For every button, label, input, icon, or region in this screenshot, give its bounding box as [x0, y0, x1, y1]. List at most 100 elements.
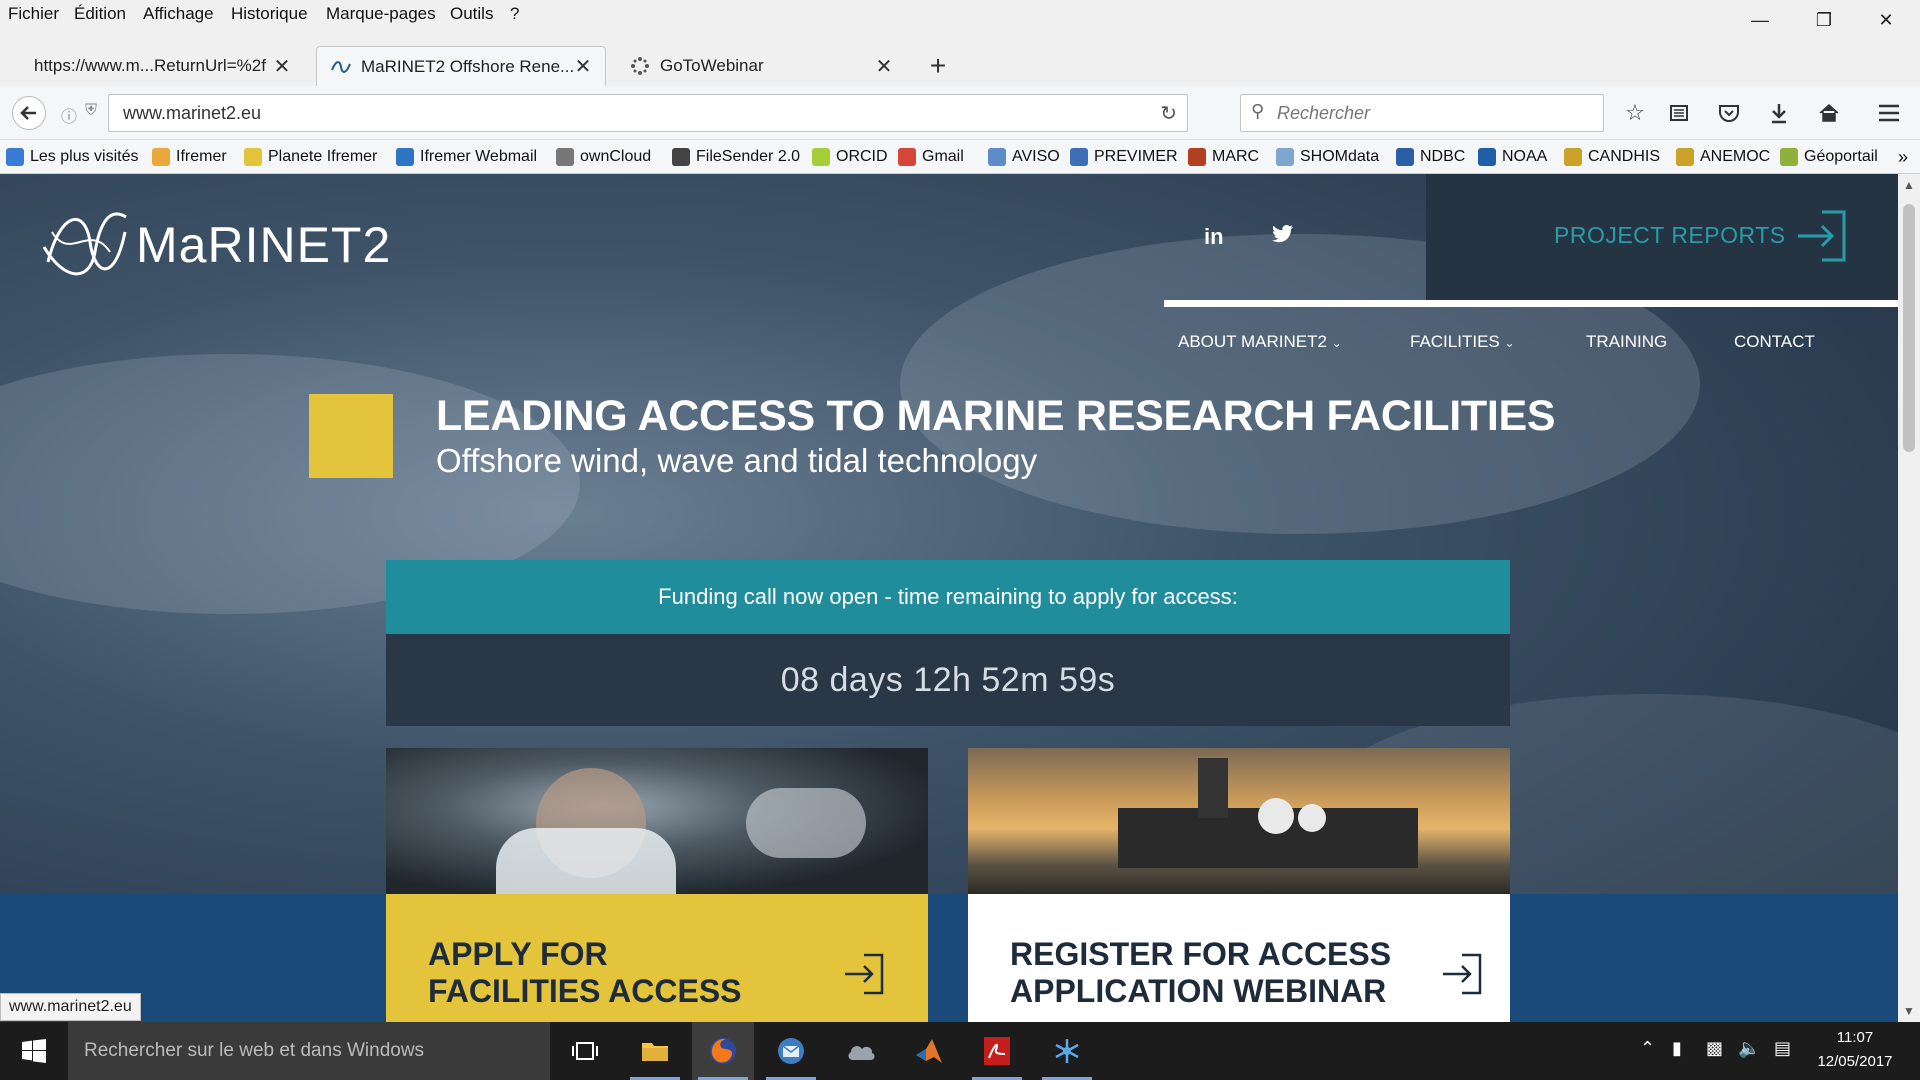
- menu-outils[interactable]: Outils: [442, 0, 501, 28]
- matlab-icon[interactable]: [898, 1022, 960, 1080]
- windows-start-icon[interactable]: [0, 1022, 68, 1080]
- snowflake-app-icon[interactable]: [1036, 1022, 1098, 1080]
- menu-hamburger-icon[interactable]: [1872, 96, 1906, 130]
- volume-icon[interactable]: 🔈: [1738, 1038, 1760, 1059]
- aviso-icon: [988, 148, 1006, 166]
- bookmark-gmail[interactable]: Gmail: [898, 140, 964, 174]
- file-explorer-icon[interactable]: [624, 1022, 686, 1080]
- taskbar-search[interactable]: Rechercher sur le web et dans Windows: [68, 1022, 550, 1080]
- menu-edition[interactable]: Édition: [66, 0, 134, 28]
- bookmark-noaa[interactable]: NOAA: [1478, 140, 1547, 174]
- apply-facilities-card[interactable]: APPLY FOR FACILITIES ACCESS: [386, 748, 928, 1022]
- pocket-icon[interactable]: [1712, 96, 1746, 130]
- restore-icon[interactable]: ❐: [1794, 0, 1854, 40]
- bookmark-anemoc[interactable]: ANEMOC: [1676, 140, 1770, 174]
- nav-label: ABOUT MARINET2: [1178, 332, 1327, 351]
- task-view-icon[interactable]: [554, 1022, 616, 1080]
- download-icon[interactable]: [1762, 96, 1796, 130]
- shield-icon[interactable]: ⛨: [85, 102, 97, 120]
- candhis-icon: [1564, 148, 1582, 166]
- bookmark-ifremer[interactable]: Ifremer: [152, 140, 227, 174]
- bookmark-planete-ifremer[interactable]: Planete Ifremer: [244, 140, 377, 174]
- bookmark-ifremer-webmail[interactable]: Ifremer Webmail: [396, 140, 537, 174]
- bookmark-filesender[interactable]: FileSender 2.0: [672, 140, 800, 174]
- nav-contact[interactable]: CONTACT: [1734, 332, 1815, 352]
- bookmark-les-plus-visites[interactable]: Les plus visités: [6, 140, 139, 174]
- cloud-app-icon[interactable]: [830, 1022, 892, 1080]
- bookmark-owncloud[interactable]: ownCloud: [556, 140, 651, 174]
- battery-icon[interactable]: ▮: [1672, 1038, 1682, 1059]
- close-tab-icon[interactable]: ✕: [573, 54, 593, 79]
- new-tab-icon[interactable]: +: [918, 46, 958, 86]
- home-icon[interactable]: [1812, 96, 1846, 130]
- menu-affichage[interactable]: Affichage: [135, 0, 222, 28]
- bookmark-ndbc[interactable]: NDBC: [1396, 140, 1465, 174]
- orcid-icon: [812, 148, 830, 166]
- system-clock[interactable]: 11:07 12/05/2017: [1790, 1026, 1920, 1074]
- page-scrollbar[interactable]: ▲ ▼: [1898, 174, 1920, 1022]
- menu-help[interactable]: ?: [502, 0, 527, 28]
- firefox-icon[interactable]: [692, 1022, 754, 1080]
- nav-facilities[interactable]: FACILITIES ⌄: [1410, 332, 1515, 352]
- project-reports-label: PROJECT REPORTS: [1554, 222, 1786, 248]
- clock-time: 11:07: [1836, 1029, 1874, 1046]
- bookmark-label: Géoportail: [1804, 148, 1878, 165]
- scroll-up-icon[interactable]: ▲: [1903, 178, 1915, 192]
- twitter-icon[interactable]: [1272, 224, 1294, 250]
- bookmark-star-icon[interactable]: ☆: [1618, 96, 1652, 130]
- bookmark-aviso[interactable]: AVISO: [988, 140, 1060, 174]
- status-link-preview: www.marinet2.eu: [0, 993, 141, 1021]
- close-window-icon[interactable]: ✕: [1856, 0, 1916, 40]
- menu-historique[interactable]: Historique: [223, 0, 316, 28]
- bookmark-previmer[interactable]: PREVIMER: [1070, 140, 1178, 174]
- network-icon[interactable]: ▩: [1706, 1038, 1723, 1059]
- bookmark-shomdata[interactable]: SHOMdata: [1276, 140, 1379, 174]
- close-tab-icon[interactable]: ✕: [874, 54, 894, 79]
- close-tab-icon[interactable]: ✕: [272, 54, 292, 79]
- bookmark-label: NOAA: [1502, 148, 1548, 165]
- menu-marque-pages[interactable]: Marque-pages: [318, 0, 444, 28]
- acrobat-reader-icon[interactable]: [966, 1022, 1028, 1080]
- bookmark-orcid[interactable]: ORCID: [812, 140, 888, 174]
- bookmark-candhis[interactable]: CANDHIS: [1564, 140, 1660, 174]
- notifications-icon[interactable]: ▤: [1774, 1038, 1791, 1059]
- scroll-down-icon[interactable]: ▼: [1903, 1004, 1915, 1018]
- login-arrow-icon: [1443, 953, 1482, 995]
- previmer-icon: [1070, 148, 1088, 166]
- nav-training[interactable]: TRAINING: [1586, 332, 1667, 352]
- page-content: MaRINET2 in PROJECT REPORTS ABOUT MARINE…: [0, 174, 1898, 1022]
- filesender-icon: [672, 148, 690, 166]
- nav-about-marinet2[interactable]: ABOUT MARINET2 ⌄: [1178, 332, 1342, 352]
- thunderbird-icon[interactable]: [760, 1022, 822, 1080]
- bookmark-marc[interactable]: MARC: [1188, 140, 1259, 174]
- tab-label: MaRINET2 Offshore Rene...: [361, 56, 573, 76]
- minimize-icon[interactable]: —: [1730, 0, 1790, 40]
- bookmark-label: Les plus visités: [30, 148, 139, 165]
- accent-square: [309, 394, 393, 478]
- show-hidden-icons-icon[interactable]: ⌃: [1640, 1038, 1655, 1059]
- scrollbar-thumb[interactable]: [1903, 204, 1915, 452]
- tab-marinet2[interactable]: MaRINET2 Offshore Rene... ✕: [316, 46, 606, 86]
- info-icon[interactable]: ⓘ: [61, 103, 77, 127]
- marinet-wave-logo-icon: [42, 212, 127, 276]
- taskbar-search-placeholder: Rechercher sur le web et dans Windows: [84, 1040, 425, 1061]
- register-webinar-card[interactable]: REGISTER FOR ACCESS APPLICATION WEBINAR: [968, 748, 1510, 1022]
- menu-fichier[interactable]: Fichier: [0, 0, 67, 28]
- project-reports-button[interactable]: PROJECT REPORTS: [1426, 174, 1898, 300]
- linkedin-icon[interactable]: in: [1204, 224, 1224, 250]
- search-box[interactable]: ⚲ Rechercher: [1240, 94, 1604, 132]
- gmail-icon: [898, 148, 916, 166]
- tab-label: GoToWebinar: [660, 56, 764, 75]
- bookmark-geoportail[interactable]: Géoportail: [1780, 140, 1878, 174]
- tab-gotowebinar[interactable]: GoToWebinar ✕: [616, 46, 906, 86]
- address-bar[interactable]: ⓘ ⛨ www.marinet2.eu ↻: [61, 94, 1188, 132]
- site-logo[interactable]: MaRINET2: [40, 202, 391, 288]
- back-arrow-icon[interactable]: [12, 96, 46, 130]
- bookmarks-overflow-icon[interactable]: »: [1898, 140, 1908, 174]
- reload-icon[interactable]: ↻: [1160, 101, 1177, 126]
- url-text[interactable]: www.marinet2.eu: [123, 95, 261, 131]
- tab-bar: https://www.m...ReturnUrl=%2f ✕ MaRINET2…: [0, 40, 1920, 86]
- tab-return-url[interactable]: https://www.m...ReturnUrl=%2f ✕: [22, 46, 304, 86]
- reading-list-icon[interactable]: [1662, 96, 1696, 130]
- chevron-down-icon: ⌄: [1504, 336, 1515, 350]
